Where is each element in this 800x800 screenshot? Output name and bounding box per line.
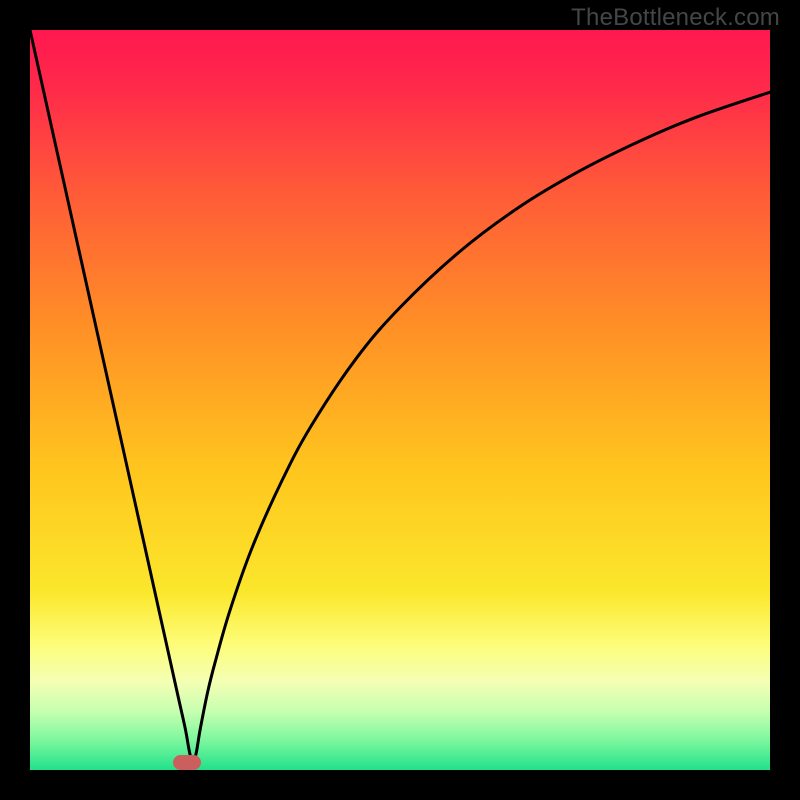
heatmap-background	[30, 30, 770, 770]
optimal-marker	[173, 755, 201, 770]
chart-frame: TheBottleneck.com	[0, 0, 800, 800]
bottleneck-plot	[30, 30, 770, 770]
watermark-text: TheBottleneck.com	[571, 4, 780, 32]
